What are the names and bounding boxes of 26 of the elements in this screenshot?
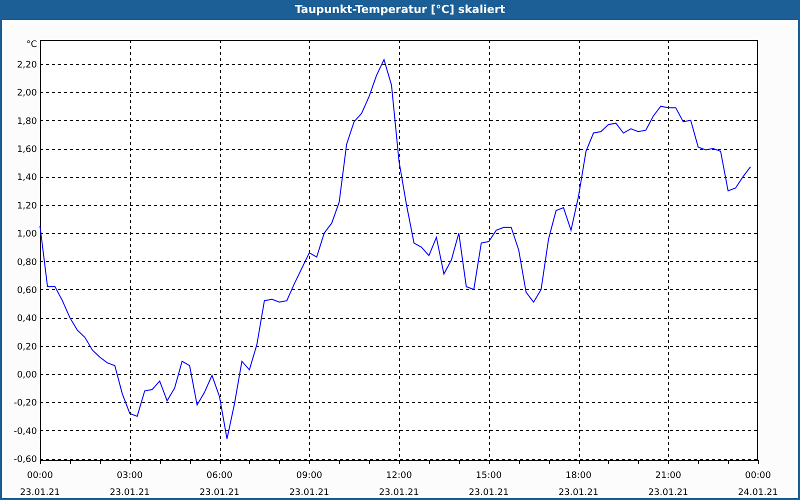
- tick-label: 21:00 23.01.21: [648, 471, 688, 498]
- tick-label: -0,60: [14, 455, 37, 466]
- tick-label: -0,20: [14, 398, 37, 409]
- tick-label: 1,80: [16, 116, 37, 127]
- tick-label: 03:00 23.01.21: [110, 471, 150, 498]
- tick-label: 15:00 23.01.21: [468, 471, 509, 498]
- tick-label: 2,00: [16, 88, 37, 99]
- tick-label: 1,40: [16, 173, 37, 184]
- tick-label: -0,40: [14, 426, 37, 437]
- tick-label: 09:00 23.01.21: [289, 471, 330, 498]
- tick-label: 0,00: [16, 370, 37, 381]
- tick-label: 1,20: [16, 201, 37, 212]
- tick-label: 00:00 23.01.21: [20, 471, 60, 498]
- tick-label: 2,20: [16, 60, 37, 70]
- tick-label: 06:00 23.01.21: [199, 471, 240, 498]
- axis-unit: °C: [26, 40, 37, 50]
- tick-label: 18:00 23.01.21: [558, 471, 599, 498]
- tick-label: 00:00 24.01.21: [738, 471, 778, 498]
- tick-label: 1,00: [16, 230, 37, 240]
- tick-label: 0,40: [16, 314, 37, 324]
- window-title: Taupunkt-Temperatur [°C] skaliert: [294, 2, 506, 18]
- tick-label: 0,80: [16, 258, 37, 268]
- tick-label: 1,60: [16, 145, 37, 156]
- tick-label: 0,20: [16, 342, 37, 352]
- tick-label: 0,60: [16, 286, 37, 296]
- tick-label: 12:00 23.01.21: [378, 471, 420, 498]
